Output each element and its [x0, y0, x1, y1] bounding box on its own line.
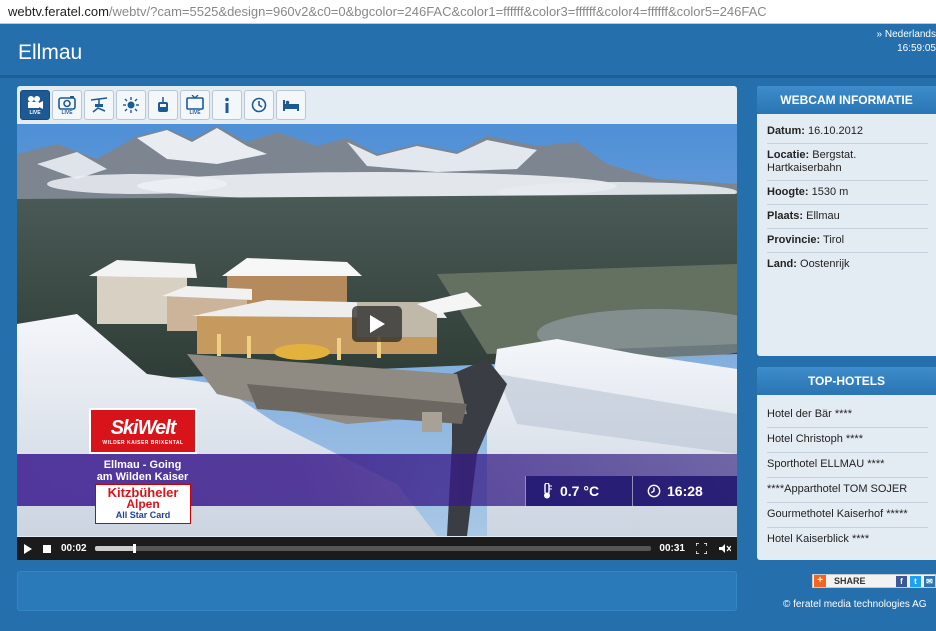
- top-hotels-heading: TOP-HOTELS: [757, 367, 936, 395]
- webcam-info-list: Datum: 16.10.2012 Locatie: Bergstat. Har…: [757, 114, 936, 276]
- speaker-muted-icon: [719, 544, 731, 553]
- hotel-link[interactable]: Sporthotel ELLMAU ****: [767, 453, 928, 478]
- info-row-hoogte: Hoogte: 1530 m: [767, 181, 928, 205]
- info-icon[interactable]: [212, 90, 242, 120]
- fullscreen-button[interactable]: [689, 537, 713, 560]
- bottom-panel: [17, 571, 737, 611]
- video-camera-live-icon[interactable]: LIVE: [20, 90, 50, 120]
- cable-car-icon[interactable]: [148, 90, 178, 120]
- weather-time-bar: 0.7 °C 16:28: [525, 476, 737, 506]
- seek-handle[interactable]: [132, 544, 136, 553]
- time-value: 16:28: [667, 483, 703, 499]
- info-row-datum: Datum: 16.10.2012: [767, 120, 928, 144]
- share-label: SHARE: [834, 576, 866, 586]
- share-plus-icon: +: [814, 575, 826, 587]
- elapsed-time: 00:02: [61, 543, 87, 554]
- hotel-link[interactable]: Hotel der Bär ****: [767, 403, 928, 428]
- fullscreen-icon: [695, 543, 707, 554]
- mute-button[interactable]: [713, 537, 737, 560]
- player-panel: LIVE LIVE LIVE SkiWelt WILDER KAISER BRI…: [17, 86, 737, 560]
- play-button[interactable]: [17, 537, 37, 560]
- media-toolbar: LIVE LIVE LIVE: [20, 90, 306, 120]
- video-controls: 00:02 00:31: [17, 537, 737, 560]
- ski-lift-icon[interactable]: [84, 90, 114, 120]
- live-badge: LIVE: [29, 109, 41, 116]
- hotel-link[interactable]: ****Apparthotel TOM SOJER: [767, 478, 928, 503]
- photo-camera-live-icon[interactable]: LIVE: [52, 90, 82, 120]
- hotel-link[interactable]: Gourmethotel Kaiserhof *****: [767, 503, 928, 528]
- email-icon[interactable]: ✉: [924, 575, 935, 587]
- info-row-locatie: Locatie: Bergstat. Hartkaiserbahn: [767, 144, 928, 181]
- page-header: Ellmau » Nederlands 16:59:05: [0, 25, 936, 75]
- bed-icon[interactable]: [276, 90, 306, 120]
- sun-weather-icon[interactable]: [116, 90, 146, 120]
- hotel-link[interactable]: Hotel Christoph ****: [767, 428, 928, 453]
- top-hotels-box: TOP-HOTELS Hotel der Bär **** Hotel Chri…: [757, 367, 936, 560]
- hotel-link[interactable]: Hotel Kaiserblick ****: [767, 528, 928, 552]
- stop-button[interactable]: [37, 537, 57, 560]
- url-host: webtv.feratel.com: [8, 4, 109, 19]
- facebook-icon[interactable]: f: [896, 575, 907, 587]
- url-path: /webtv/?cam=5525&design=960v2&c0=0&bgcol…: [108, 4, 767, 19]
- webcam-video[interactable]: SkiWelt WILDER KAISER BRIXENTAL Ellmau -…: [17, 124, 737, 536]
- video-location: Ellmau - Going am Wilden Kaiser: [96, 459, 189, 483]
- page-title: Ellmau: [18, 41, 83, 64]
- webcam-info-box: WEBCAM INFORMATIE Datum: 16.10.2012 Loca…: [757, 86, 936, 356]
- twitter-icon[interactable]: t: [910, 575, 921, 587]
- seek-bar[interactable]: [94, 544, 652, 553]
- info-row-plaats: Plaats: Ellmau: [767, 205, 928, 229]
- copyright-footer: © feratel media technologies AG: [783, 599, 927, 610]
- play-icon: [370, 315, 385, 333]
- info-row-land: Land: Oostenrijk: [767, 258, 850, 270]
- temperature-display: 0.7 °C: [525, 476, 633, 506]
- skiwelt-logo: SkiWelt WILDER KAISER BRIXENTAL: [89, 408, 197, 454]
- address-bar[interactable]: webtv.feratel.com/webtv/?cam=5525&design…: [0, 0, 936, 24]
- clock-icon: [647, 484, 661, 498]
- share-button[interactable]: + SHARE f t ✉: [812, 574, 936, 588]
- webcam-info-heading: WEBCAM INFORMATIE: [757, 86, 936, 114]
- thermometer-icon: [544, 483, 552, 499]
- stop-icon: [43, 544, 51, 553]
- seek-progress: [94, 546, 134, 551]
- time-display: 16:28: [633, 476, 717, 506]
- header-divider: [0, 75, 936, 78]
- kitzbueheler-alpen-logo: Kitzbüheler Alpen All Star Card: [95, 484, 191, 524]
- header-clock: 16:59:05: [897, 43, 936, 54]
- live-badge: LIVE: [189, 109, 201, 116]
- info-row-provincie: Provincie: Tirol: [767, 229, 928, 253]
- top-hotels-list: Hotel der Bär **** Hotel Christoph **** …: [757, 395, 936, 552]
- history-clock-icon[interactable]: [244, 90, 274, 120]
- tv-live-icon[interactable]: LIVE: [180, 90, 210, 120]
- language-link[interactable]: » Nederlands: [877, 29, 936, 40]
- play-overlay-button[interactable]: [352, 306, 402, 342]
- duration-time: 00:31: [659, 543, 685, 554]
- temperature-value: 0.7 °C: [560, 483, 600, 499]
- play-icon: [23, 543, 32, 554]
- live-badge: LIVE: [61, 109, 73, 116]
